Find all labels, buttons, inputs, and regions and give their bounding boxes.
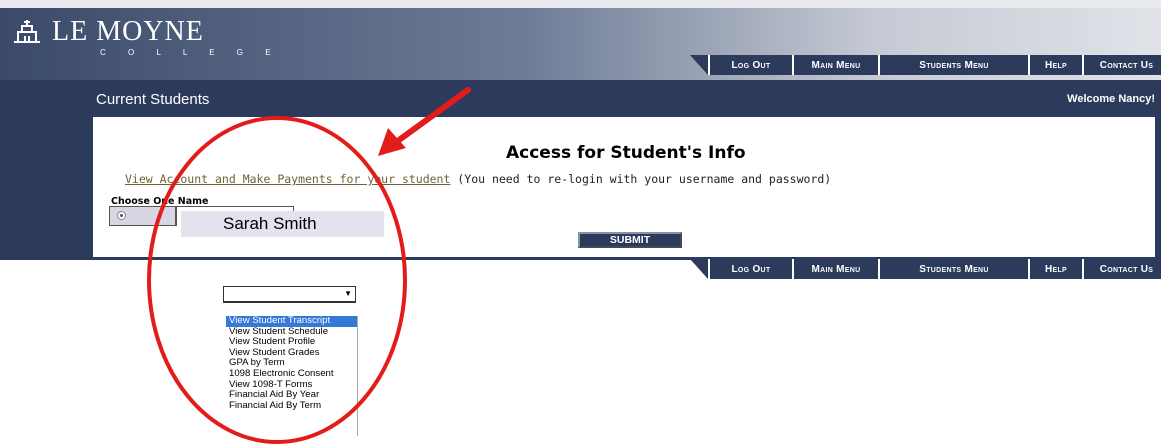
annotation-circle [147,116,407,444]
annotation-arrow-shaft [385,87,471,151]
annotation-overlay [147,87,471,444]
annotation-arrow-head [378,128,406,156]
